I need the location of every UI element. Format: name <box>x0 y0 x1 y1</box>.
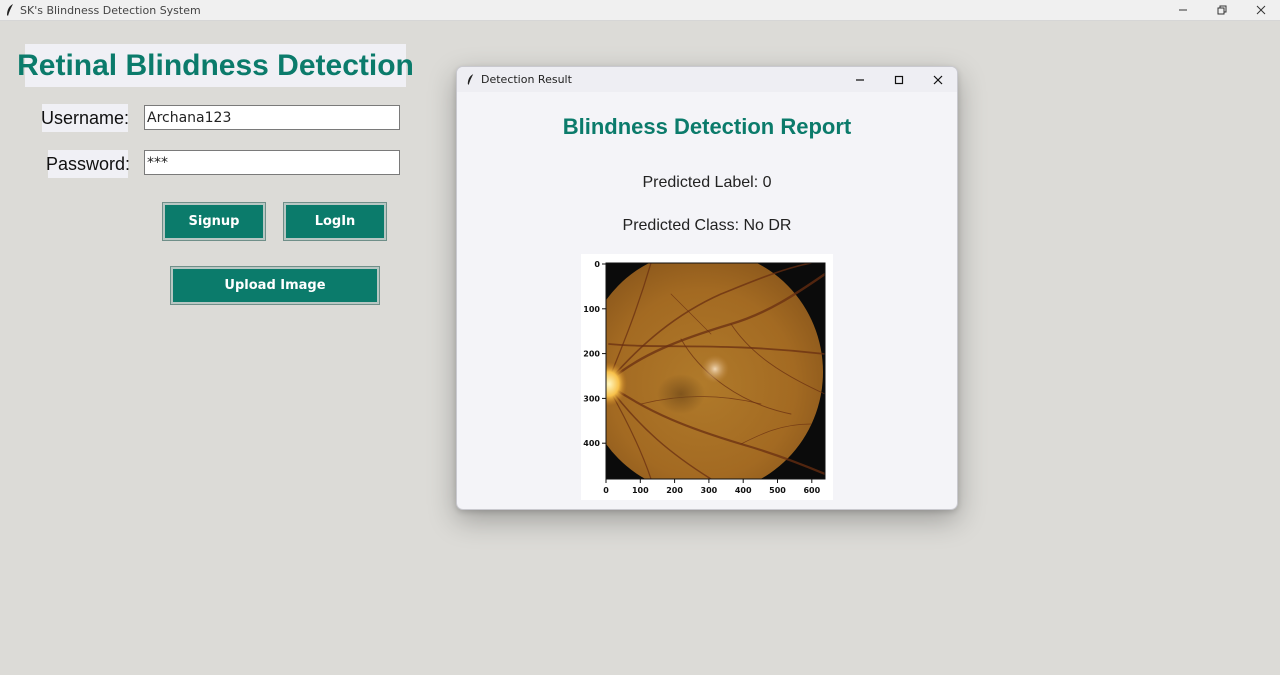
main-title-bar: SK's Blindness Detection System <box>0 0 1280 21</box>
dialog-title-bar[interactable]: Detection Result <box>457 67 957 92</box>
retina-plot-svg: 0 100 200 300 400 500 600 0 100 200 300 400 <box>583 260 826 495</box>
upload-image-button[interactable]: Upload Image <box>171 267 379 304</box>
x-tick-label: 400 <box>735 486 752 495</box>
minimize-button[interactable] <box>1163 0 1202 20</box>
x-tick-label: 0 <box>603 486 609 495</box>
close-icon <box>1256 5 1265 15</box>
predicted-label-text: Predicted Label: 0 <box>642 174 772 191</box>
y-tick-label: 200 <box>583 350 600 359</box>
feather-icon <box>7 4 13 16</box>
x-tick-label: 300 <box>701 486 718 495</box>
dialog-window-controls <box>840 67 957 92</box>
minimize-icon <box>1178 9 1187 11</box>
dialog-maximize-button[interactable] <box>879 67 918 92</box>
page-title: Retinal Blindness Detection <box>17 44 414 87</box>
retina-image-plot: 0 100 200 300 400 500 600 0 100 200 300 400 <box>581 254 833 500</box>
x-axis: 0 100 200 300 400 500 600 <box>603 479 821 495</box>
close-icon <box>933 75 942 84</box>
y-tick-label: 0 <box>594 260 600 269</box>
window-title: SK's Blindness Detection System <box>20 3 201 17</box>
y-tick-label: 300 <box>583 394 600 403</box>
feather-icon <box>467 74 474 85</box>
password-input[interactable] <box>144 150 400 175</box>
predicted-class-text: Predicted Class: No DR <box>622 217 792 234</box>
username-label: Username: <box>41 104 129 132</box>
detection-result-dialog: Detection Result Blindness Detection Rep… <box>456 66 958 510</box>
x-tick-label: 100 <box>632 486 649 495</box>
dialog-title: Detection Result <box>481 73 572 86</box>
minimize-icon <box>855 78 864 81</box>
dialog-close-button[interactable] <box>918 67 957 92</box>
report-title: Blindness Detection Report <box>562 114 852 139</box>
window-controls <box>1163 0 1280 20</box>
y-tick-label: 100 <box>583 305 600 314</box>
dialog-minimize-button[interactable] <box>840 67 879 92</box>
y-axis: 0 100 200 300 400 <box>583 260 606 448</box>
maximize-icon <box>894 75 903 84</box>
close-button[interactable] <box>1241 0 1280 20</box>
username-input[interactable] <box>144 105 400 130</box>
y-tick-label: 400 <box>583 439 600 448</box>
x-tick-label: 200 <box>666 486 683 495</box>
password-label: Password: <box>46 150 130 178</box>
x-tick-label: 500 <box>769 486 786 495</box>
restore-button[interactable] <box>1202 0 1241 20</box>
restore-icon <box>1217 5 1226 15</box>
x-tick-label: 600 <box>803 486 820 495</box>
login-button[interactable]: LogIn <box>284 203 386 240</box>
signup-button[interactable]: Signup <box>163 203 265 240</box>
